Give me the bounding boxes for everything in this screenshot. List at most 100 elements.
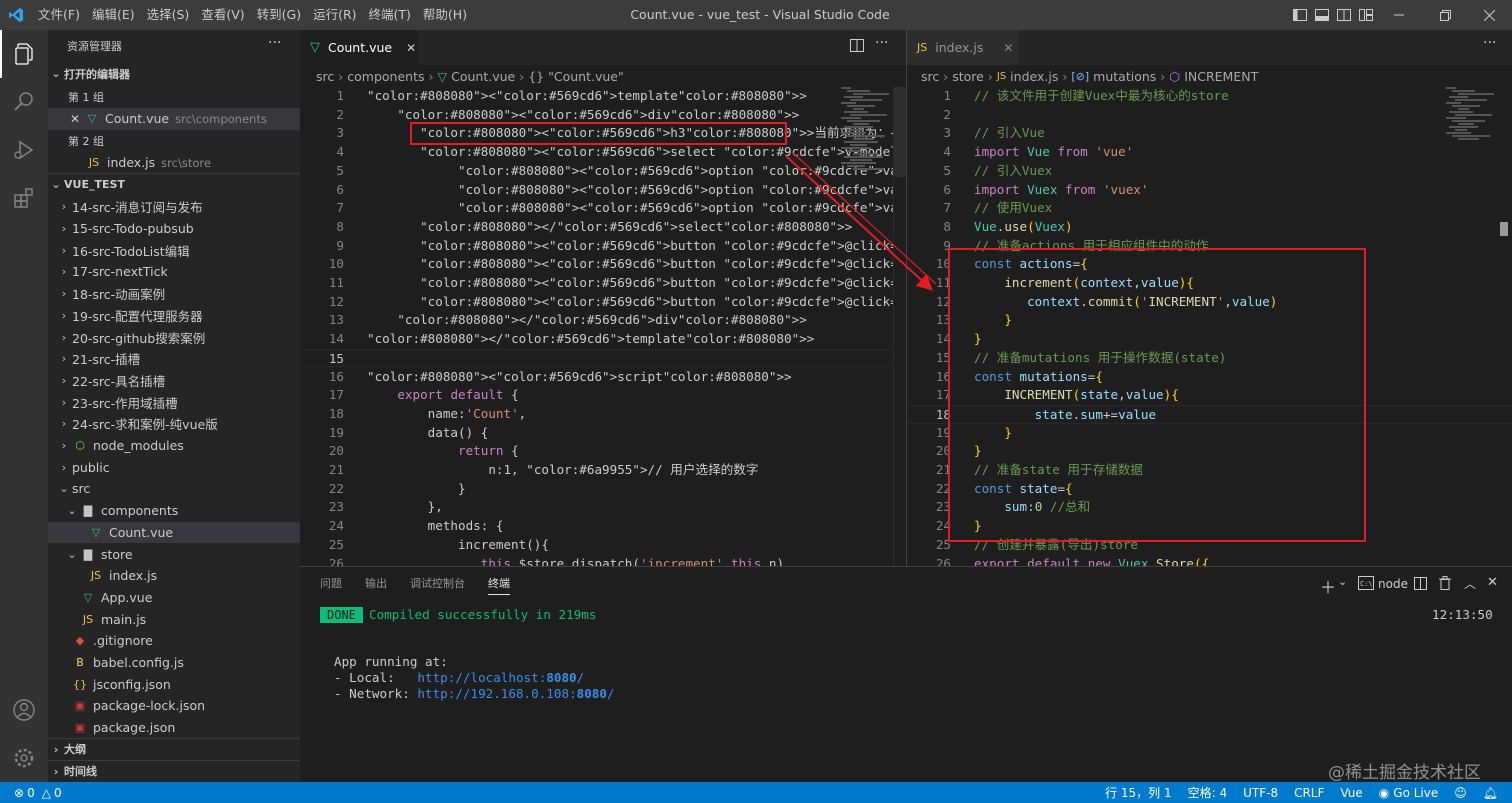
menu-item[interactable]: 终端(T) — [363, 0, 417, 30]
tree-file[interactable]: {} jsconfig.json — [48, 673, 300, 695]
code-line[interactable]: 24 methods: { — [300, 517, 906, 536]
breadcrumb-increment[interactable]: INCREMENT — [1184, 69, 1258, 84]
menu-item[interactable]: 编辑(E) — [86, 0, 141, 30]
code-line[interactable]: 8 Vue.use(Vuex) — [907, 218, 1512, 237]
minimize-icon[interactable] — [1376, 0, 1422, 30]
tree-file[interactable]: Bbabel.config.js — [48, 652, 300, 674]
right-minimap[interactable] — [1446, 87, 1498, 147]
open-editor-index-js[interactable]: JS index.js src\store — [48, 152, 300, 174]
cursor-position[interactable]: 行 15，列 1 — [1097, 784, 1180, 801]
open-editor-count-vue[interactable]: ✕ ▽ Count.vue src\components — [48, 108, 300, 130]
language-mode[interactable]: Vue — [1332, 786, 1370, 800]
code-line[interactable]: 18 name:'Count', — [300, 405, 906, 424]
menu-item[interactable]: 查看(V) — [195, 0, 250, 30]
chevron-down-icon[interactable]: ⌄ — [1338, 575, 1347, 588]
tree-file[interactable]: JS main.js — [48, 608, 300, 630]
breadcrumb-components[interactable]: components — [347, 69, 424, 84]
tree-folder[interactable]: › 23-src-作用域插槽 — [48, 391, 300, 413]
code-line[interactable]: 6 import Vuex from 'vuex' — [907, 181, 1512, 200]
menu-item[interactable]: 文件(F) — [32, 0, 86, 30]
tree-folder[interactable]: › 22-src-具名插槽 — [48, 370, 300, 392]
code-line[interactable]: 19 data() { — [300, 424, 906, 443]
breadcrumb-src[interactable]: src — [921, 69, 939, 84]
breadcrumb-mutations[interactable]: mutations — [1093, 69, 1156, 84]
tab-debug-console[interactable]: 调试控制台 — [410, 567, 465, 601]
menu-item[interactable]: 选择(S) — [141, 0, 196, 30]
menu-item[interactable]: 运行(R) — [307, 0, 362, 30]
tree-folder[interactable]: › 14-src-消息订阅与发布 — [48, 196, 300, 218]
code-line[interactable]: 1 // 该文件用于创建Vuex中最为核心的store — [907, 87, 1512, 106]
code-line[interactable]: 15 — [300, 348, 906, 368]
outline-section[interactable]: › 大纲 — [48, 738, 300, 760]
menu-item[interactable]: 转到(G) — [251, 0, 307, 30]
notifications-bell-icon[interactable]: 🔔︎ — [1475, 786, 1512, 800]
code-line[interactable]: 1 "color:#808080"><"color:#569cd6">templa… — [300, 87, 906, 106]
customize-layout-icon[interactable] — [1355, 0, 1377, 30]
local-url-link[interactable]: http://localhost: — [417, 670, 546, 685]
tree-folder[interactable]: › 24-src-求和案例-纯vue版 — [48, 413, 300, 435]
tab-problems[interactable]: 问题 — [320, 567, 342, 601]
tab-output[interactable]: 输出 — [365, 567, 387, 601]
code-line[interactable]: 2 — [907, 106, 1512, 125]
split-editor-icon[interactable] — [850, 39, 864, 57]
code-line[interactable]: 3 // 引入Vue — [907, 124, 1512, 143]
account-icon[interactable] — [0, 686, 48, 734]
breadcrumb-file[interactable]: index.js — [1010, 69, 1058, 84]
search-icon[interactable] — [0, 78, 48, 126]
tree-file[interactable]: ◆ .gitignore — [48, 630, 300, 652]
trash-icon[interactable] — [1439, 576, 1451, 594]
tab-count-vue[interactable]: ▽ Count.vue ✕ — [300, 30, 418, 65]
code-line[interactable]: 17 export default { — [300, 386, 906, 405]
code-line[interactable]: 7// 使用Vuex — [907, 199, 1512, 218]
project-section[interactable]: ⌄ VUE_TEST — [48, 173, 300, 195]
more-actions-icon[interactable]: ··· — [875, 35, 888, 51]
breadcrumb-store[interactable]: store — [952, 69, 984, 84]
menu-item[interactable]: 帮助(H) — [417, 0, 473, 30]
timeline-section[interactable]: › 时间线 — [48, 760, 300, 782]
tab-index-js[interactable]: JS index.js ✕ — [907, 30, 1019, 65]
close-panel-icon[interactable]: ✕ — [1487, 575, 1498, 590]
tree-folder[interactable]: › 20-src-github搜索案例 — [48, 326, 300, 348]
code-line[interactable]: 4 import Vue from 'vue' — [907, 143, 1512, 162]
tree-file[interactable]: ▽ Count.vue — [48, 521, 300, 544]
extensions-icon[interactable] — [0, 174, 48, 222]
tree-folder[interactable]: ⌄ src — [48, 478, 300, 500]
toggle-sidebar-icon[interactable] — [1289, 0, 1311, 30]
settings-gear-icon[interactable] — [0, 734, 48, 782]
tree-file[interactable]: ▣ package.json — [48, 717, 300, 739]
more-actions-icon[interactable]: ··· — [1483, 35, 1496, 51]
end-of-line[interactable]: CRLF — [1286, 786, 1332, 800]
code-line[interactable]: 13 "color:#808080"></"color:#569cd6">div… — [300, 311, 906, 330]
code-line[interactable]: 26 this.$store.dispatch('increment',this… — [300, 555, 906, 567]
code-line[interactable]: 26 export default new Vuex.Store({ — [907, 555, 1512, 567]
new-terminal-icon[interactable]: ＋ — [1320, 574, 1336, 598]
tree-folder[interactable]: ⌄ ▇ store — [48, 543, 300, 565]
tree-file[interactable]: JS index.js — [48, 565, 300, 587]
go-live-button[interactable]: ◉ Go Live — [1371, 786, 1446, 800]
tree-file[interactable]: ▣ package-lock.json — [48, 695, 300, 717]
encoding[interactable]: UTF-8 — [1235, 786, 1286, 800]
code-line[interactable]: 22 } — [300, 480, 906, 499]
tree-folder[interactable]: › 21-src-插槽 — [48, 348, 300, 370]
breadcrumb-src[interactable]: src — [316, 69, 334, 84]
tree-folder[interactable]: ⌄ ▇ components — [48, 500, 300, 522]
breadcrumb-file[interactable]: Count.vue — [451, 69, 515, 84]
close-window-icon[interactable] — [1466, 0, 1512, 30]
open-editors-section[interactable]: ⌄ 打开的编辑器 — [48, 63, 300, 85]
split-terminal-icon[interactable] — [1414, 577, 1427, 594]
breadcrumb-symbol[interactable]: {} "Count.vue" — [528, 69, 623, 84]
tree-folder[interactable]: › 19-src-配置代理服务器 — [48, 305, 300, 327]
code-line[interactable]: 5// 引入Vuex — [907, 162, 1512, 181]
tree-folder[interactable]: › 15-src-Todo-pubsub — [48, 218, 300, 240]
code-line[interactable]: 21 n:1, "color:#6a9955">// 用户选择的数字 — [300, 461, 906, 480]
feedback-icon[interactable]: ☺ — [1446, 786, 1475, 800]
close-tab-icon[interactable]: ✕ — [1003, 41, 1013, 55]
more-actions-icon[interactable]: ··· — [268, 35, 281, 51]
explorer-icon[interactable] — [0, 30, 48, 78]
close-tab-icon[interactable]: ✕ — [406, 41, 416, 55]
code-line[interactable]: 23 }, — [300, 498, 906, 517]
code-line[interactable]: 14 "color:#808080"></"color:#569cd6">temp… — [300, 330, 906, 349]
code-line[interactable]: 16 "color:#808080"><"color:#569cd6">scrip… — [300, 368, 906, 387]
tree-folder[interactable]: › 17-src-nextTick — [48, 261, 300, 283]
problems-status[interactable]: ⊗ 0 △ 0 — [0, 786, 70, 800]
